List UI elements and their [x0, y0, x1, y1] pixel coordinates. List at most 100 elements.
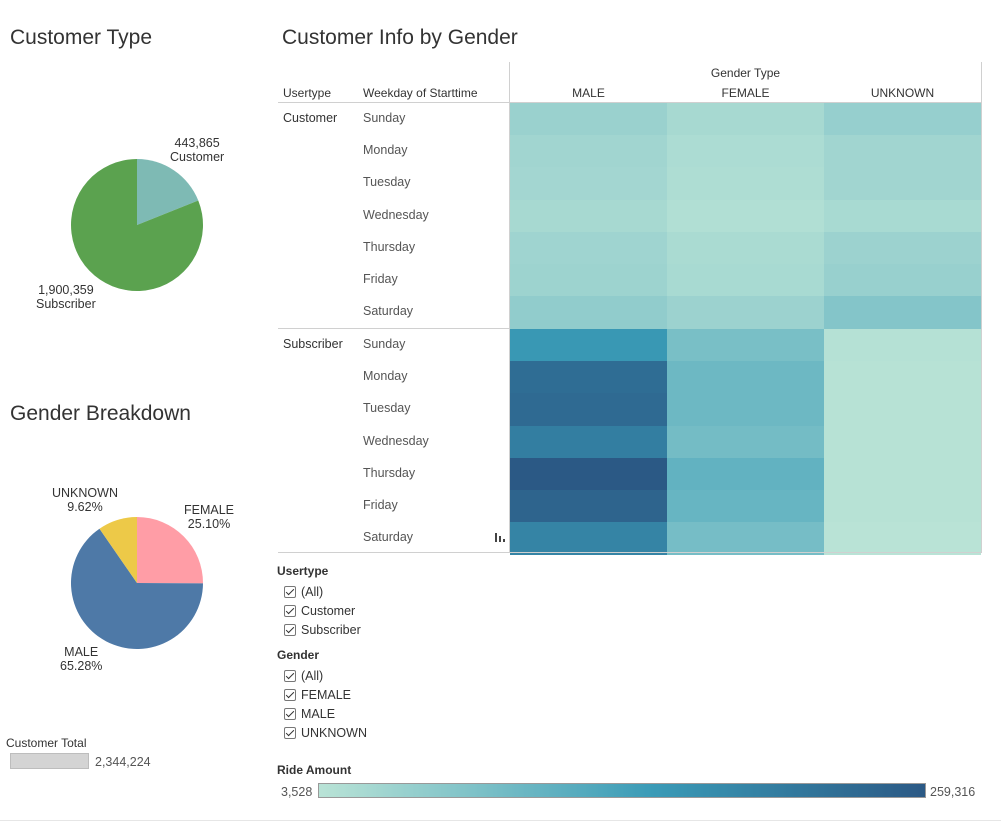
show-me-icon[interactable]: [494, 531, 506, 543]
male-slice-label: MALE 65.28%: [60, 645, 102, 673]
customer-total-value: 2,344,224: [95, 755, 151, 769]
heatmap-cell[interactable]: [510, 264, 667, 297]
heatmap-cell[interactable]: [667, 103, 824, 136]
heatmap-cell[interactable]: [824, 231, 981, 265]
gender-filter-female[interactable]: FEMALE: [284, 688, 351, 702]
heatmap-cell[interactable]: [510, 167, 667, 201]
row-label-sunday: Sunday: [363, 337, 406, 351]
ride-amount-min: 3,528: [281, 785, 313, 799]
heatmap-cell[interactable]: [510, 199, 667, 233]
row-label-saturday: Saturday: [363, 304, 414, 319]
heatmap-cell[interactable]: [667, 199, 824, 233]
weekday-header: Weekday of Starttime: [363, 86, 478, 100]
heatmap-cell[interactable]: [667, 457, 824, 491]
heatmap-cell[interactable]: [824, 393, 981, 427]
checkbox-icon[interactable]: [284, 605, 296, 617]
heatmap-title: Customer Info by Gender: [282, 26, 518, 49]
heatmap-cell[interactable]: [510, 522, 667, 556]
heatmap-cell[interactable]: [824, 264, 981, 297]
unknown-slice-pct: 9.62%: [67, 500, 103, 514]
row-label-thursday: Thursday: [363, 465, 416, 480]
heatmap-cell[interactable]: [667, 264, 824, 297]
checkbox-icon[interactable]: [284, 670, 296, 682]
usertype-header: Usertype: [283, 86, 332, 100]
gender-pie: [70, 517, 203, 649]
gender-type-header: Gender Type: [710, 66, 781, 80]
heatmap-cell[interactable]: [824, 167, 981, 201]
male-slice-name: MALE: [64, 645, 99, 659]
heatmap-cell[interactable]: [510, 361, 667, 395]
heatmap-cell[interactable]: [824, 425, 981, 459]
heatmap-cell[interactable]: [824, 522, 981, 556]
heatmap-header-divider: [278, 102, 982, 103]
male-slice-pct: 65.28%: [60, 659, 103, 673]
heatmap-cell[interactable]: [510, 490, 667, 523]
heatmap-cell[interactable]: [824, 135, 981, 169]
usertype-filter-all[interactable]: (All): [284, 585, 323, 599]
heatmap-cell[interactable]: [510, 135, 667, 169]
heatmap-right-border: [981, 62, 982, 552]
checkbox-icon[interactable]: [284, 727, 296, 739]
heatmap-cell[interactable]: [824, 199, 981, 233]
gender-filter-title: Gender: [277, 648, 320, 662]
row-group-customer: Customer: [283, 111, 338, 125]
row-label-tuesday: Tuesday: [363, 401, 411, 416]
heatmap-group-divider: [278, 328, 510, 329]
subscriber-slice-name: Subscriber: [36, 297, 96, 311]
female-slice-pct: 25.10%: [187, 517, 231, 531]
heatmap-cell[interactable]: [667, 361, 824, 395]
row-label-wednesday: Wednesday: [363, 433, 429, 448]
unknown-slice-name: UNKNOWN: [52, 486, 118, 500]
heatmap-cell[interactable]: [667, 425, 824, 459]
ride-amount-max: 259,316: [930, 785, 976, 799]
heatmap-cell[interactable]: [667, 522, 824, 556]
gender-filter-all[interactable]: (All): [284, 669, 323, 683]
usertype-filter-subscriber[interactable]: Subscriber: [284, 623, 361, 637]
customer-type-pie: [71, 159, 204, 291]
heatmap-cell[interactable]: [510, 425, 667, 459]
bottom-rule: [0, 820, 1001, 821]
heatmap-cell[interactable]: [824, 329, 981, 362]
ride-amount-title: Ride Amount: [277, 763, 352, 777]
unknown-slice-label: UNKNOWN 9.62%: [52, 486, 118, 514]
heatmap-cell[interactable]: [667, 329, 824, 362]
heatmap-cell[interactable]: [510, 393, 667, 427]
checkbox-icon[interactable]: [284, 586, 296, 598]
customer-total-label: Customer Total: [6, 736, 87, 750]
heatmap-cell[interactable]: [667, 296, 824, 330]
heatmap-cell[interactable]: [824, 490, 981, 523]
heatmap-cell[interactable]: [510, 457, 667, 491]
row-label-monday: Monday: [363, 143, 408, 158]
female-slice-label: FEMALE 25.10%: [184, 503, 234, 531]
heatmap-cell[interactable]: [667, 231, 824, 265]
heatmap-cell[interactable]: [824, 361, 981, 395]
row-label-wednesday: Wednesday: [363, 207, 429, 222]
heatmap-cell[interactable]: [667, 167, 824, 201]
row-group-subscriber: Subscriber: [283, 337, 343, 351]
heatmap-cell[interactable]: [510, 296, 667, 330]
gender-filter-male[interactable]: MALE: [284, 707, 335, 721]
checkbox-icon[interactable]: [284, 708, 296, 720]
heatmap-cell[interactable]: [667, 135, 824, 169]
customer-slice-label: 443,865 Customer: [170, 136, 224, 164]
gender-filter-unknown[interactable]: UNKNOWN: [284, 726, 367, 740]
heatmap-cell[interactable]: [510, 329, 667, 362]
gender-breakdown-title: Gender Breakdown: [10, 402, 191, 425]
checkbox-icon[interactable]: [284, 689, 296, 701]
heatmap-cell[interactable]: [824, 457, 981, 491]
heatmap-cell[interactable]: [824, 103, 981, 136]
usertype-filter-customer[interactable]: Customer: [284, 604, 355, 618]
customer-total-bar: [10, 753, 89, 769]
heatmap-cell[interactable]: [667, 490, 824, 523]
customer-slice-value: 443,865: [174, 136, 220, 150]
row-label-thursday: Thursday: [363, 239, 416, 254]
checkbox-icon[interactable]: [284, 624, 296, 636]
subscriber-slice-value: 1,900,359: [38, 283, 94, 297]
heatmap-cell[interactable]: [667, 393, 824, 427]
heatmap-bottom-border: [278, 552, 982, 553]
heatmap-cell[interactable]: [824, 296, 981, 330]
heatmap-cell[interactable]: [510, 231, 667, 265]
ride-amount-gradient: [318, 783, 926, 798]
row-label-tuesday: Tuesday: [363, 175, 411, 190]
heatmap-cell[interactable]: [510, 103, 667, 136]
